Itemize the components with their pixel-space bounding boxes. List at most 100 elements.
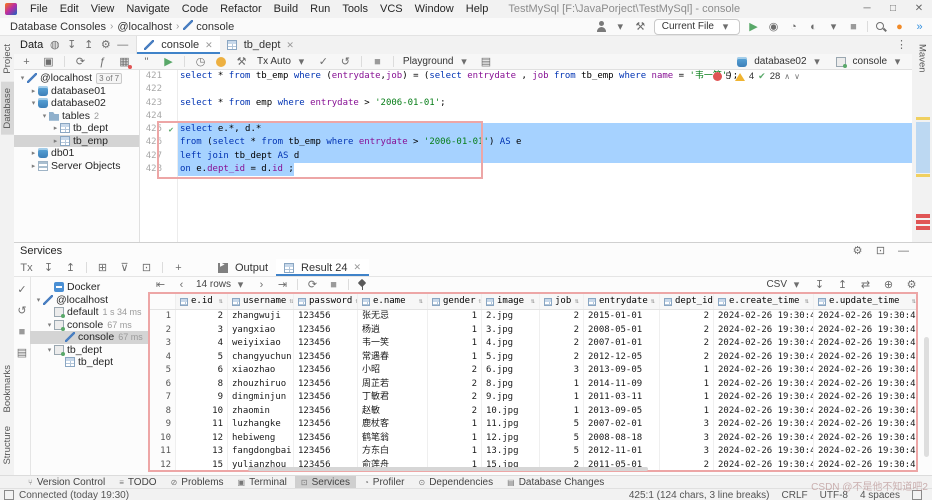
grid-row[interactable]: 810zhaomin123456赵敏210.jpg12013-09-051202… — [150, 405, 916, 419]
editor-line[interactable]: 427left join tb_dept AS d — [140, 150, 912, 163]
update-notification-icon[interactable]: ● — [893, 20, 906, 34]
grid-row[interactable]: 34weiyixiao123456韦一笑14.jpg22007-01-01220… — [150, 337, 916, 351]
next-issue-icon[interactable]: ∨ — [794, 72, 800, 81]
group-icon[interactable]: ⊞ — [96, 261, 109, 275]
tree-item-default[interactable]: default1 s 34 ms — [30, 306, 148, 319]
last-page-icon[interactable]: ⇥ — [276, 278, 289, 292]
grid-cell[interactable]: 2024-02-26 19:30:48 — [814, 445, 918, 459]
grid-cell[interactable]: 6.jpg — [482, 364, 540, 378]
run-configuration-select[interactable]: Current File ▾ — [654, 19, 740, 35]
tree-item-console[interactable]: console67 ms — [30, 331, 148, 344]
user-caret-icon[interactable]: ▾ — [614, 20, 627, 34]
gear-icon[interactable]: ⚙ — [851, 244, 864, 258]
grid-cell[interactable]: 1 — [660, 405, 714, 419]
sort-icon[interactable]: ⇅ — [651, 294, 655, 309]
stripe-bookmarks[interactable]: Bookmarks — [1, 359, 14, 419]
result-grid[interactable]: e.id⇅username⇅password⇅e.name⇅gender⇅ima… — [148, 292, 918, 472]
filter-icon[interactable]: ⊽ — [118, 261, 131, 275]
sort-icon[interactable]: ⇅ — [531, 294, 535, 309]
tree-item-database01[interactable]: ▸database01 — [14, 85, 139, 98]
grid-cell[interactable]: 2024-02-26 19:30:48 — [714, 351, 814, 365]
tree-item-tb_dept[interactable]: ▾tb_dept — [30, 344, 148, 357]
grid-cell[interactable]: 2024-02-26 19:30:48 — [814, 391, 918, 405]
grid-cell[interactable]: 2 — [660, 351, 714, 365]
column-header-job[interactable]: job⇅ — [540, 294, 584, 309]
open-in-new-icon[interactable]: ⊡ — [140, 261, 153, 275]
run-more-caret-icon[interactable]: ▾ — [827, 20, 840, 34]
grid-cell[interactable]: 9.jpg — [482, 391, 540, 405]
grid-cell[interactable]: 鹿杖客 — [358, 418, 428, 432]
tree-item-tb_dept[interactable]: ▸tb_dept — [14, 122, 139, 135]
menu-navigate[interactable]: Navigate — [120, 3, 175, 15]
grid-cell[interactable]: 123456 — [294, 378, 358, 392]
commit-icon[interactable]: ✓ — [16, 283, 29, 297]
grid-cell[interactable]: 小昭 — [358, 364, 428, 378]
inspections-widget[interactable]: 5 4 ✔ 28 ∧ ∨ — [713, 71, 800, 82]
chevron-icon[interactable]: ▾ — [34, 296, 43, 304]
grid-cell[interactable]: 2008-08-18 — [584, 432, 660, 446]
editor-line[interactable]: 422 — [140, 83, 912, 96]
stop-button[interactable]: ■ — [847, 20, 860, 34]
profiler-button[interactable]: ◔ — [787, 20, 800, 34]
prev-page-icon[interactable]: ‹ — [175, 278, 188, 292]
chevron-icon[interactable]: ▾ — [18, 74, 27, 82]
grid-cell[interactable]: 6 — [176, 364, 228, 378]
grid-cell[interactable]: 3 — [660, 432, 714, 446]
chevron-icon[interactable]: ▾ — [29, 99, 38, 107]
menu-file[interactable]: File — [24, 3, 54, 15]
column-header-dept_id[interactable]: dept_id⇅ — [660, 294, 714, 309]
grid-cell[interactable]: 2 — [660, 337, 714, 351]
grid-cell[interactable]: 2013-09-05 — [584, 364, 660, 378]
gear-icon[interactable]: ⚙ — [100, 38, 111, 52]
sort-icon[interactable]: ⇅ — [219, 294, 223, 309]
tab-tb_dept[interactable]: tb_dept✕ — [220, 36, 301, 54]
grid-cell[interactable]: 2024-02-26 19:30:48 — [814, 378, 918, 392]
chevron-icon[interactable]: ▸ — [29, 162, 38, 170]
grid-cell[interactable]: 2012-11-01 — [584, 445, 660, 459]
menu-vcs[interactable]: VCS — [374, 3, 409, 15]
grid-cell[interactable]: luzhangke — [228, 418, 294, 432]
history-icon[interactable]: ◷ — [194, 55, 207, 69]
grid-cell[interactable]: 8.jpg — [482, 378, 540, 392]
grid-cell[interactable]: 12 — [176, 432, 228, 446]
grid-cell[interactable]: weiyixiao — [228, 337, 294, 351]
tree-item-tb_emp[interactable]: ▸tb_emp — [14, 135, 139, 148]
wrench-icon[interactable]: ⚒ — [235, 55, 248, 69]
grid-cell[interactable]: 3 — [660, 418, 714, 432]
grid-cell[interactable]: 2024-02-26 19:30:48 — [714, 432, 814, 446]
grid-cell[interactable]: 1 — [540, 405, 584, 419]
grid-cell[interactable]: 1 — [660, 378, 714, 392]
column-header-e-create_time[interactable]: e.create_time⇅ — [714, 294, 814, 309]
grid-cell[interactable]: 2007-02-01 — [584, 418, 660, 432]
grid-cell[interactable]: 3.jpg — [482, 324, 540, 338]
grid-cell[interactable]: 周芷若 — [358, 378, 428, 392]
console-selector[interactable]: console ▾ — [836, 55, 904, 69]
horizontal-scrollbar[interactable] — [248, 467, 648, 471]
grid-cell[interactable]: 123456 — [294, 445, 358, 459]
search-everywhere-icon[interactable] — [875, 21, 886, 32]
import-data-icon[interactable]: ↥ — [836, 278, 849, 292]
grid-cell[interactable]: 10 — [176, 405, 228, 419]
chevron-icon[interactable]: ▾ — [45, 346, 54, 354]
learn-icon[interactable]: » — [913, 20, 926, 34]
grid-cell[interactable]: 3 — [176, 324, 228, 338]
grid-cell[interactable]: 12.jpg — [482, 432, 540, 446]
rollback-icon[interactable]: ↺ — [16, 304, 29, 318]
grid-cell[interactable]: 2024-02-26 19:30:48 — [814, 459, 918, 473]
stripe-warning-mark[interactable] — [916, 117, 930, 120]
toolwindow-services[interactable]: ⊡Services — [295, 476, 356, 489]
caret-position[interactable]: 425:1 (124 chars, 3 line breaks) — [629, 490, 770, 500]
more-options-icon[interactable]: ⋮ — [895, 38, 908, 52]
view-options-icon[interactable]: ▤ — [480, 55, 493, 69]
rollback-icon[interactable]: ↺ — [339, 55, 352, 69]
grid-cell[interactable]: 5 — [176, 351, 228, 365]
expand-all-icon[interactable]: ↧ — [66, 38, 77, 52]
chevron-icon[interactable]: ▸ — [29, 149, 38, 157]
grid-cell[interactable]: 张无忌 — [358, 310, 428, 324]
grid-cell[interactable]: 2014-11-09 — [584, 378, 660, 392]
copy-icon[interactable]: ▣ — [42, 55, 55, 69]
grid-cell[interactable]: 1 — [660, 364, 714, 378]
lock-icon[interactable] — [912, 490, 922, 500]
next-page-icon[interactable]: › — [255, 278, 268, 292]
grid-cell[interactable]: 2 — [540, 324, 584, 338]
